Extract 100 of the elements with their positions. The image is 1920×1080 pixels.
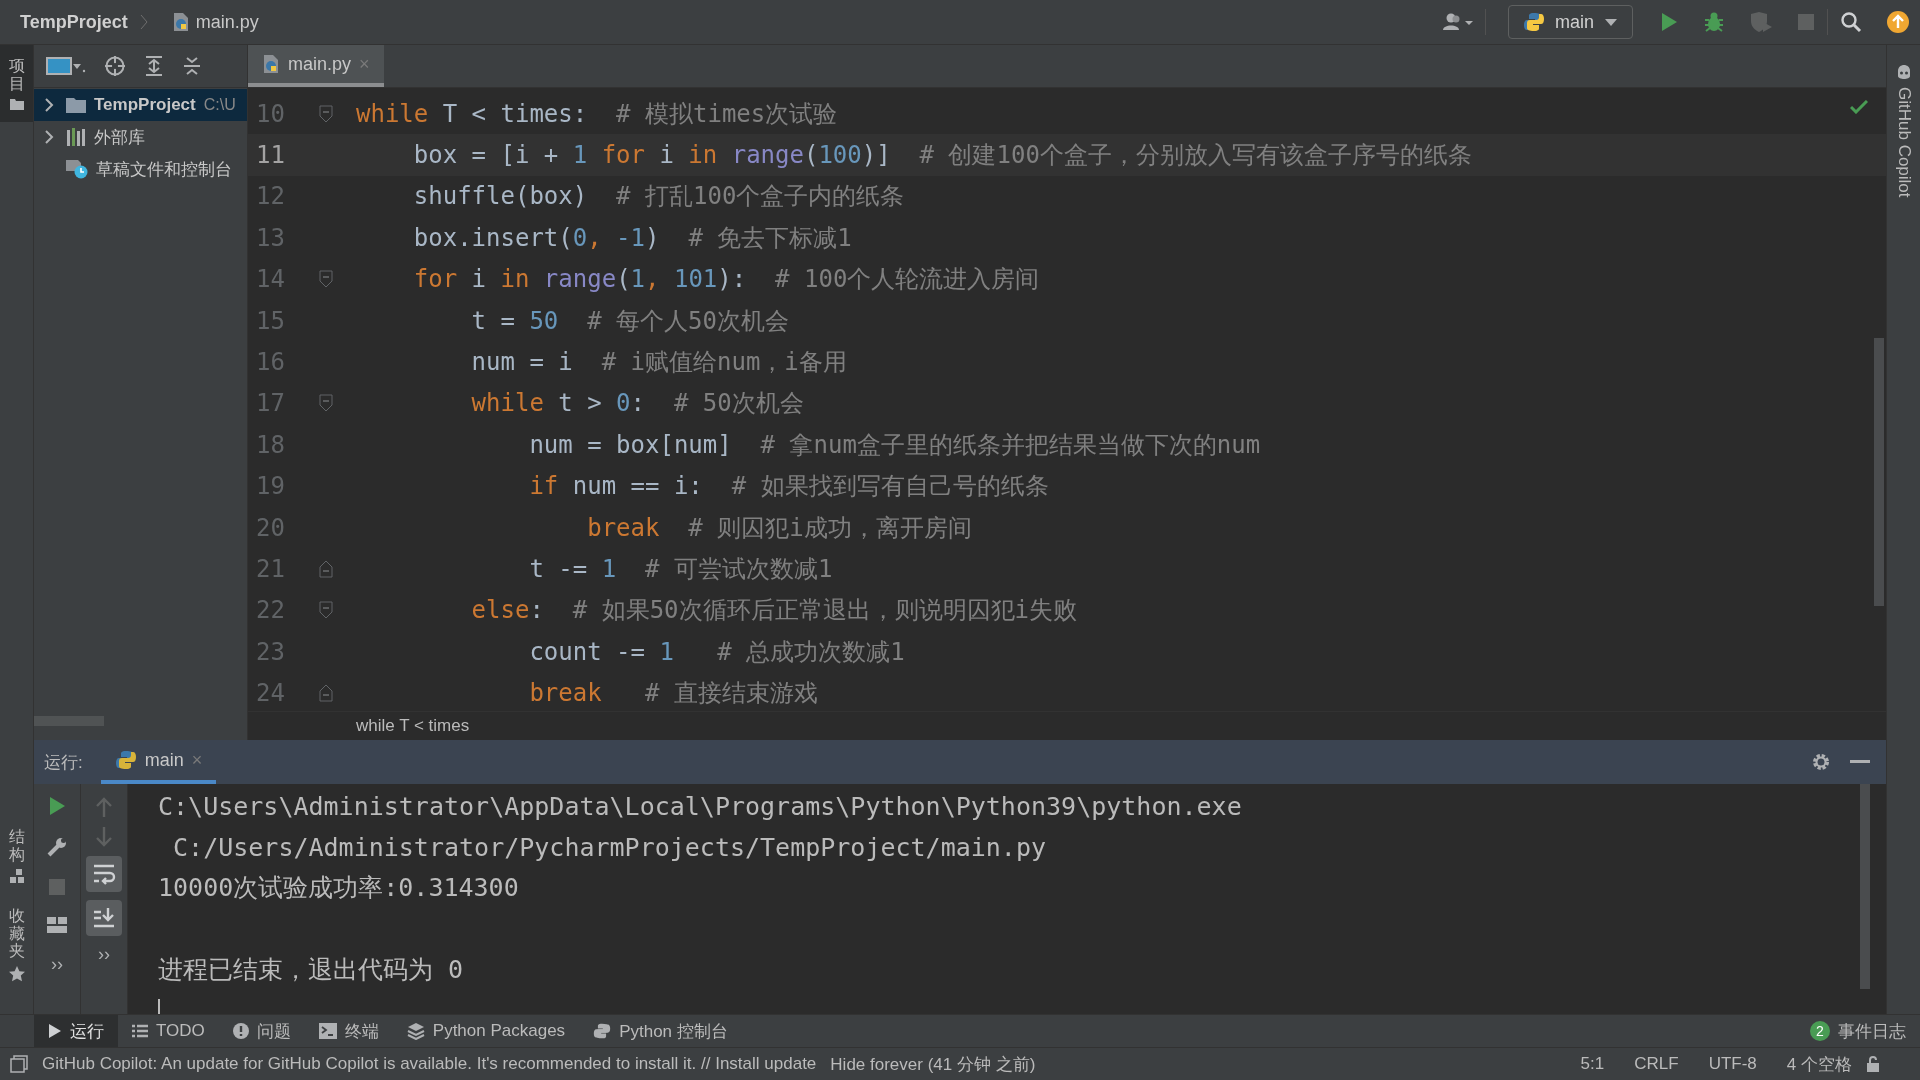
folder-icon [9,98,24,111]
line-number: 18 [255,430,286,459]
code-line: for i in range(1, 101): # 100个人轮流进入房间 [413,264,1040,296]
fold-icon[interactable] [319,560,333,578]
fold-icon[interactable] [319,684,333,703]
target-icon[interactable] [104,55,126,77]
fold-icon[interactable] [319,601,333,620]
status-item[interactable]: UTF-8 [1708,1054,1757,1074]
breadcrumb[interactable]: while T < times [356,716,470,736]
line-number: 21 [255,555,286,583]
code-line: box = [i + 1 for i in range(100)] # 创建100个盒子，分别放入写有该盒子序号的纸条 [413,140,1472,172]
code-line: count -= 1 # 总成功次数减1 [529,636,905,668]
file-name[interactable]: main.py [195,11,259,33]
scratch-file-icon [66,159,88,179]
lock-icon[interactable] [1866,1055,1880,1073]
expand-all-icon[interactable] [144,55,164,77]
tool-window-tab[interactable]: 问题 [218,1014,305,1048]
window-icon[interactable] [10,1055,28,1073]
status-item[interactable]: CRLF [1634,1054,1679,1074]
code-line: shuffle(box) # 打乱100个盒子内的纸条 [413,181,905,213]
tool-window-tab[interactable]: 结构 [0,816,33,896]
scroll-to-end-icon[interactable] [86,900,122,936]
fold-icon[interactable] [319,270,333,289]
rerun-icon[interactable] [48,796,66,816]
line-number: 17 [255,389,286,418]
tree-item[interactable]: TempProject C:\U [34,89,247,121]
tool-window-tab[interactable]: Python Packages [392,1014,580,1048]
code-line: break # 则囚犯i成功，离开房间 [587,512,972,544]
python-icon [114,749,137,771]
warning-icon [232,1023,249,1039]
console-line: C:\Users\Administrator\AppData\Local\Programs\Python\Python39\python.exe [158,791,1242,821]
line-number: 16 [255,348,286,377]
view-options-icon[interactable] [46,56,86,76]
project-tool-tab[interactable]: 项目 [0,45,33,123]
code-line: if num == i: # 如果找到写有自己号的纸条 [529,471,1049,503]
tool-window-tab[interactable]: 运行 [34,1014,118,1048]
line-number: 15 [255,306,286,335]
fold-icon[interactable] [319,394,333,413]
run-icon[interactable] [1659,11,1679,33]
code-line: while T < times: # 模拟times次试验 [356,98,838,130]
star-icon [8,966,25,982]
status-item[interactable]: 5:1 [1580,1054,1605,1074]
scrollbar-thumb[interactable] [1860,784,1870,989]
editor-tab[interactable]: main.py × [248,45,384,87]
status-message: GitHub Copilot: An update for GitHub Copilot is available. It's recommended to install it. // Install update [42,1054,817,1074]
run-label: 运行: [44,751,83,774]
collapse-all-icon[interactable] [182,55,202,77]
tree-item[interactable]: 外部库 [34,121,247,153]
event-log-tab[interactable]: 2 事件日志 [1796,1014,1920,1048]
copilot-icon [1895,65,1912,79]
list-icon [132,1024,148,1038]
settings-icon[interactable] [1810,751,1832,773]
tool-window-tab[interactable]: 终端 [304,1014,393,1048]
line-number: 24 [255,679,286,708]
layout-icon[interactable] [46,916,68,934]
python-icon [593,1022,612,1040]
scrollbar-thumb[interactable] [1874,338,1884,606]
code-line: num = i # i赋值给num，i备用 [471,347,847,379]
line-number: 23 [255,637,286,666]
hide-forever-link[interactable]: Hide forever (41 分钟 之前) [830,1052,1036,1076]
library-icon [66,128,86,146]
status-item[interactable]: 4 个空格 [1786,1052,1852,1076]
fold-icon[interactable] [319,104,333,123]
code-line: box.insert(0, -1) # 免去下标减1 [413,222,852,254]
soft-wrap-icon[interactable] [86,856,122,892]
line-number: 12 [255,182,286,211]
chevron-icon[interactable] [44,97,54,113]
more-button[interactable]: ›› [51,954,63,975]
tool-window-tab[interactable]: TODO [118,1014,219,1048]
tree-item[interactable]: 草稿文件和控制台 [34,153,247,185]
minimize-icon[interactable] [1850,760,1870,764]
line-number: 19 [255,472,286,501]
chevron-icon [139,14,148,30]
chevron-icon[interactable] [44,129,54,145]
console-line: C:/Users/Administrator/PycharmProjects/TempProject/main.py [172,832,1047,862]
python-file-icon [262,54,280,74]
more-button[interactable]: ›› [98,944,110,965]
scrollbar-thumb[interactable] [34,716,104,726]
line-number: 14 [255,265,286,294]
copilot-tool-tab[interactable]: GitHub Copilot [1893,87,1914,198]
run-config-dropdown[interactable]: main [1508,5,1633,39]
bug-icon[interactable] [1703,11,1725,33]
wrench-icon[interactable] [46,836,68,858]
code-line: t -= 1 # 可尝试次数减1 [529,554,833,585]
code-line: t = 50 # 每个人50次机会 [471,305,789,337]
project-name[interactable]: TempProject [20,11,128,33]
search-icon[interactable] [1840,11,1862,33]
user-icon[interactable] [1443,12,1473,32]
structure-icon [9,869,24,884]
code-line: while t > 0: # 50次机会 [471,388,804,420]
check-icon [1850,100,1868,114]
terminal-icon [318,1023,337,1039]
tool-window-tab[interactable]: Python 控制台 [579,1014,742,1048]
line-number: 22 [255,596,286,625]
update-icon[interactable] [1886,10,1910,34]
line-number: 20 [255,513,286,542]
code-line: num = box[num] # 拿num盒子里的纸条并把结果当做下次的num [529,429,1261,461]
layers-icon [406,1022,425,1040]
python-icon [1523,11,1545,33]
tool-window-tab[interactable]: 收藏夹 [0,895,33,994]
